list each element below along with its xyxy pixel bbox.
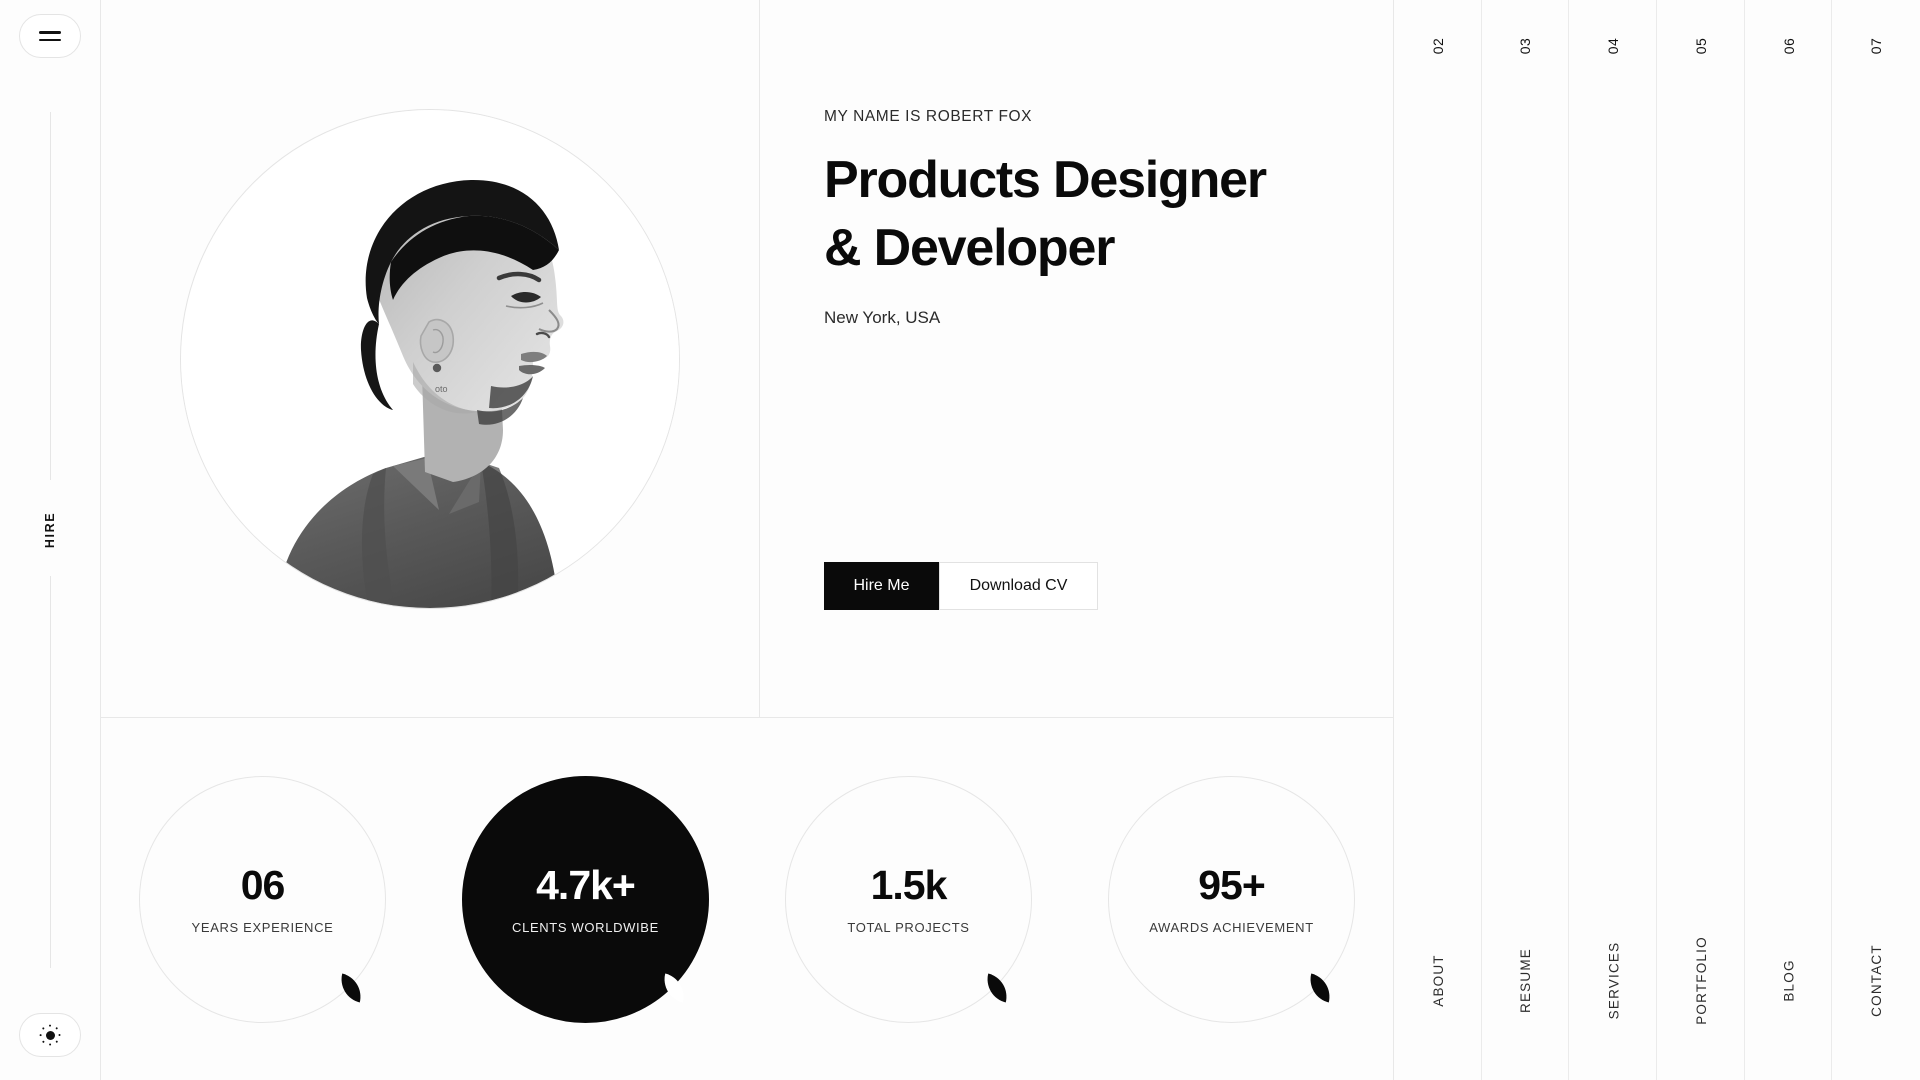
hero-eyebrow: MY NAME IS ROBERT FOX [824, 108, 1033, 125]
stat-circle: 4.7k+ CLENTS WORLDWIBE [462, 776, 709, 1023]
hamburger-menu-icon [39, 31, 61, 41]
portrait-photo: oto [181, 110, 679, 608]
nav-item-blog[interactable]: 06 BLOG [1744, 0, 1833, 1080]
stat-circle: 1.5k TOTAL PROJECTS [785, 776, 1032, 1023]
nav-label-box: PORTFOLIO [1657, 880, 1745, 1080]
hero-text-panel: MY NAME IS ROBERT FOX Products Designer &… [760, 0, 1393, 717]
nav-label: ABOUT [1430, 953, 1446, 1007]
stat-value: 4.7k+ [536, 861, 636, 908]
nav-label: CONTACT [1868, 943, 1884, 1017]
sun-icon [38, 1023, 62, 1047]
nav-item-contact[interactable]: 07 CONTACT [1832, 0, 1920, 1080]
main-content: oto MY NAME IS ROBERT FOX Products Desig… [101, 0, 1393, 1080]
hire-vertical-link[interactable]: HIRE [0, 500, 101, 560]
hire-me-button[interactable]: Hire Me [824, 562, 939, 610]
headline-line-1: Products Designer [824, 151, 1267, 209]
download-cv-button[interactable]: Download CV [939, 562, 1098, 610]
headline-line-2: & Developer [824, 219, 1115, 277]
page-root: HIRE oto MY NAME IS ROBERT FOX Products … [0, 0, 1920, 1080]
leaf-icon [1305, 973, 1335, 1003]
sun-ray [58, 1034, 61, 1037]
stat-label: CLENTS WORLDWIBE [512, 919, 659, 935]
hero-section: oto MY NAME IS ROBERT FOX Products Desig… [101, 0, 1393, 718]
nav-number: 07 [1868, 37, 1885, 55]
stat-circle: 95+ AWARDS ACHIEVEMENT [1108, 776, 1355, 1023]
stat-cell: 95+ AWARDS ACHIEVEMENT [1070, 776, 1393, 1023]
nav-item-services[interactable]: 04 SERVICES [1569, 0, 1658, 1080]
stat-label: AWARDS ACHIEVEMENT [1149, 919, 1314, 935]
nav-label-box: ABOUT [1394, 880, 1482, 1080]
nav-label: RESUME [1518, 947, 1534, 1013]
hero-actions: Hire Me Download CV [824, 562, 1098, 610]
hire-label: HIRE [43, 511, 58, 549]
nav-label: BLOG [1781, 958, 1797, 1002]
hero-location: New York, USA [824, 308, 941, 327]
nav-number-box: 02 [1394, 0, 1482, 92]
sun-ray [41, 1026, 45, 1030]
nav-label-box: CONTACT [1832, 880, 1920, 1080]
rail-divider-top [50, 112, 51, 480]
nav-number-box: 06 [1745, 0, 1833, 92]
stat-value: 1.5k [870, 861, 948, 908]
nav-number-box: 05 [1657, 0, 1745, 92]
stat-label: YEARS EXPERIENCE [191, 919, 334, 935]
stat-cell: 1.5k TOTAL PROJECTS [747, 776, 1070, 1023]
nav-label-box: BLOG [1745, 880, 1833, 1080]
leaf-icon [659, 973, 689, 1003]
rail-divider-bottom [50, 576, 51, 968]
stats-section: 06 YEARS EXPERIENCE 4.7k+ CLENTS WORLDWIBE 1… [101, 719, 1393, 1080]
nav-label-box: RESUME [1482, 880, 1570, 1080]
svg-text:oto: oto [435, 384, 448, 394]
nav-item-portfolio[interactable]: 05 PORTFOLIO [1657, 0, 1745, 1080]
nav-number-box: 04 [1569, 0, 1657, 92]
sun-ray [49, 1024, 52, 1027]
nav-number: 02 [1430, 37, 1446, 55]
nav-number: 05 [1693, 37, 1710, 55]
left-sidebar: HIRE [0, 0, 101, 1080]
sun-ray [39, 1034, 42, 1037]
nav-number-box: 07 [1832, 0, 1920, 92]
stat-cell: 4.7k+ CLENTS WORLDWIBE [424, 776, 747, 1023]
nav-number-box: 03 [1482, 0, 1570, 92]
portrait-panel: oto [101, 0, 760, 718]
stat-value: 95+ [1198, 861, 1266, 908]
sun-ray [41, 1040, 45, 1044]
sun-ray [55, 1026, 59, 1030]
nav-item-resume[interactable]: 03 RESUME [1481, 0, 1570, 1080]
menu-button[interactable] [19, 14, 81, 58]
nav-label-box: SERVICES [1569, 880, 1657, 1080]
stat-value: 06 [240, 861, 286, 908]
sun-ray [49, 1043, 52, 1046]
page-title: Products Designer & Developer [824, 146, 1444, 282]
leaf-icon [982, 973, 1012, 1003]
stat-cell: 06 YEARS EXPERIENCE [101, 776, 424, 1023]
sun-ray [55, 1040, 59, 1044]
stat-label: TOTAL PROJECTS [847, 919, 970, 935]
nav-number: 03 [1517, 37, 1534, 55]
right-navigation: 02 ABOUT 03 RESUME 04 SERVICES 05 PORTFOLIO 06 BL… [1393, 0, 1920, 1080]
nav-item-about[interactable]: 02 ABOUT [1394, 0, 1482, 1080]
nav-label: PORTFOLIO [1693, 935, 1709, 1025]
nav-number: 04 [1605, 37, 1622, 55]
portrait-ring: oto [180, 109, 680, 609]
stat-circle: 06 YEARS EXPERIENCE [139, 776, 386, 1023]
theme-toggle-button[interactable] [19, 1013, 81, 1057]
leaf-icon [336, 973, 366, 1003]
nav-label: SERVICES [1605, 941, 1621, 1019]
nav-number: 06 [1780, 37, 1797, 55]
